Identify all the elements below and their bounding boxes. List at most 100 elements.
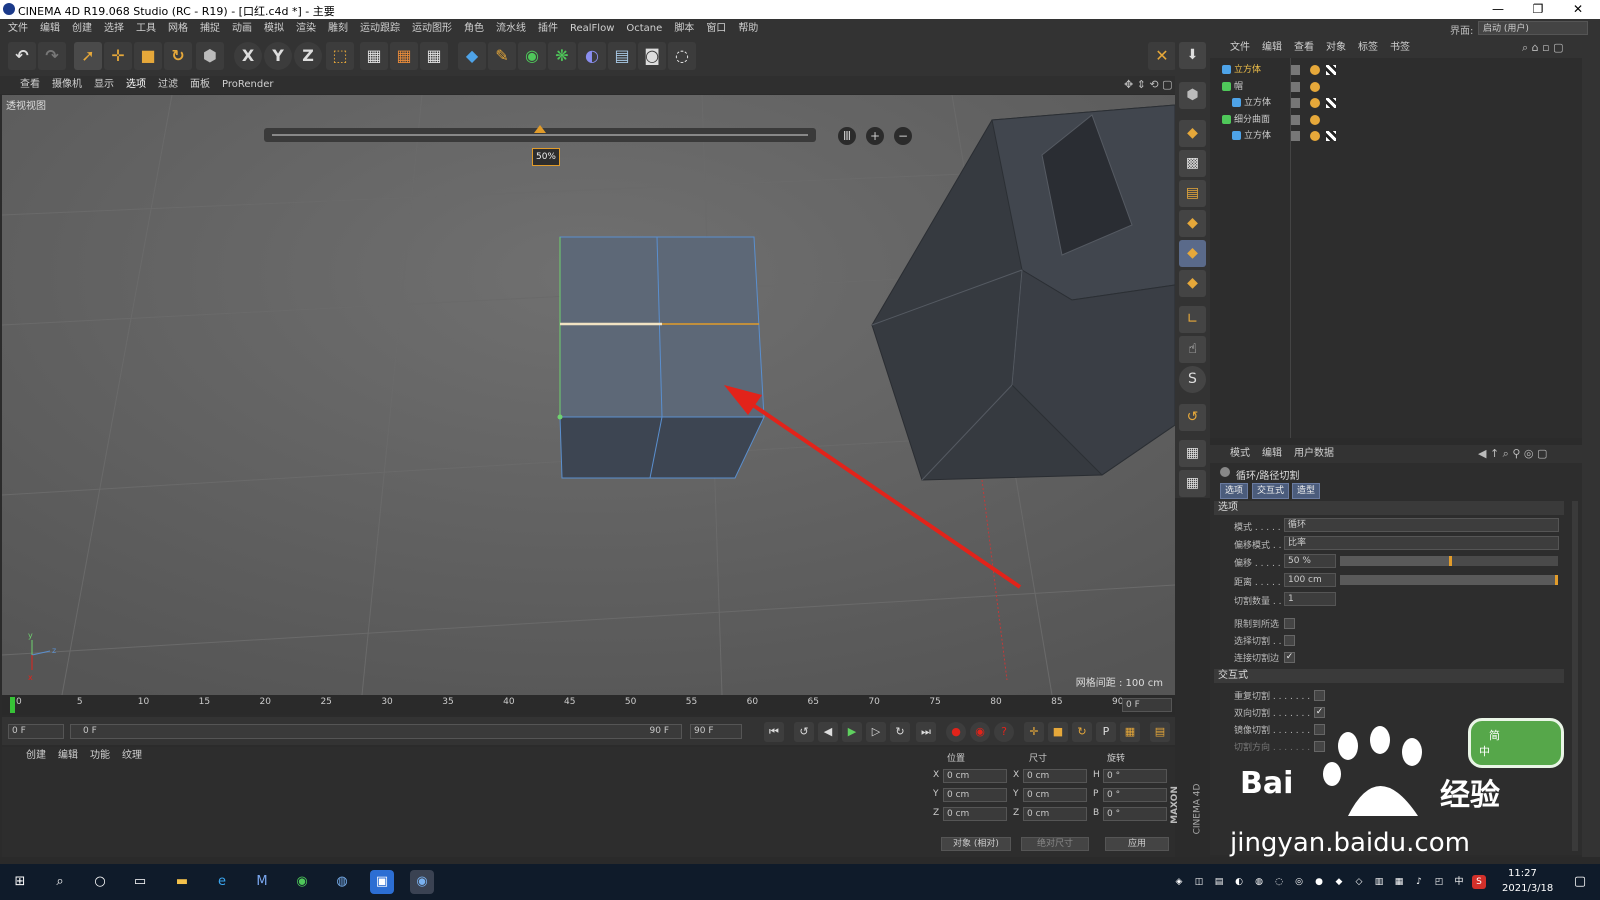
undo-icon[interactable]: ↶ [8,42,36,70]
volume-icon[interactable]: ♪ [1412,875,1426,889]
object-search-icons[interactable]: ⌕ ⌂ ▫ ▢ [1522,41,1563,55]
attribute-menu-item[interactable]: 编辑 [1256,445,1288,463]
viewport-menu-item[interactable]: ProRender [216,76,279,94]
menu-item[interactable]: 运动跟踪 [354,19,406,38]
restore-button[interactable]: ❐ [1518,0,1558,19]
render-view-icon[interactable]: ▦ [360,42,388,70]
coord-rotation-field[interactable]: 0 ° [1103,807,1167,821]
menu-item[interactable]: 工具 [130,19,162,38]
lock-workplane-icon[interactable]: ▦ [1179,440,1206,467]
cinema4d-taskbar-icon[interactable]: ◉ [410,870,434,894]
tray-icon-11[interactable]: ▥ [1372,875,1386,889]
object-menu-item[interactable]: 编辑 [1256,38,1288,58]
attribute-menu-item[interactable]: 模式 [1224,445,1256,463]
offset-field[interactable]: 50 % [1284,554,1336,568]
object-mode-icon[interactable]: ◆ [1179,120,1206,147]
layout-select[interactable]: 启动 (用户) [1478,21,1588,35]
pause-button[interactable]: Ⅲ [838,127,856,145]
tray-icon-9[interactable]: ◆ [1332,875,1346,889]
menu-item[interactable]: 帮助 [732,19,764,38]
tab-options[interactable]: 选项 [1220,483,1249,499]
clock-date[interactable]: 2021/3/18 [1502,883,1553,894]
section-interactive[interactable]: 交互式 [1214,669,1564,683]
ime-indicator[interactable]: 中 [1452,875,1466,889]
object-visibility-toggle[interactable] [1290,114,1300,125]
material-menu-item[interactable]: 创建 [20,747,52,765]
coord-position-field[interactable]: 0 cm [943,788,1007,802]
viewport-menu-item[interactable]: 面板 [184,76,216,94]
model-mode-icon[interactable]: ⬢ [1179,82,1206,109]
object-row[interactable]: 帽 [1210,79,1582,95]
tray-icon-3[interactable]: ▤ [1212,875,1226,889]
viewport-menu-item[interactable]: 过滤 [152,76,184,94]
tab-shaping[interactable]: 造型 [1292,483,1321,499]
menu-item[interactable]: 运动图形 [406,19,458,38]
mode-select[interactable]: 循环 [1284,518,1559,532]
coord-position-field[interactable]: 0 cm [943,807,1007,821]
add-cut-button[interactable]: + [866,127,884,145]
rotate-icon[interactable]: ↻ [164,42,192,70]
object-row[interactable]: 立方体 [1210,128,1582,144]
menu-item[interactable]: 雕刻 [322,19,354,38]
app-icon-1[interactable]: M [250,870,274,894]
start-frame-field[interactable]: 0 F [8,724,64,739]
cloner-icon[interactable]: ❋ [548,42,576,70]
offset-slider[interactable] [264,125,816,142]
x-axis-button[interactable]: X [234,42,262,70]
attribute-nav-icons[interactable]: ◀ ↑ ⌕ ⚲ ◎ ▢ [1478,447,1547,461]
right-panel-tabs[interactable] [1582,38,1600,858]
tray-icon-4[interactable]: ◐ [1232,875,1246,889]
texture-mode-icon[interactable]: ▩ [1179,150,1206,177]
tray-icon-12[interactable]: ◰ [1432,875,1446,889]
snap-icon[interactable]: ✕ [1148,42,1176,70]
end-frame-field[interactable]: 90 F [690,724,742,739]
tray-icon-6[interactable]: ◌ [1272,875,1286,889]
preview-range-slider[interactable]: 0 F 90 F [70,724,682,739]
y-axis-button[interactable]: Y [264,42,292,70]
coord-size-field[interactable]: 0 cm [1023,769,1087,783]
select-cut-checkbox[interactable] [1284,635,1295,646]
task-view-icon[interactable]: ▭ [128,870,152,894]
coord-size-mode-select[interactable]: 绝对尺寸 [1021,837,1089,851]
close-button[interactable]: ✕ [1558,0,1598,19]
render-picture-viewer-icon[interactable]: ▦ [390,42,418,70]
object-menu-item[interactable]: 书签 [1384,38,1416,58]
scale-icon[interactable]: ■ [134,42,162,70]
tray-icon-1[interactable]: ◈ [1172,875,1186,889]
offset-slider-handle[interactable] [534,125,546,133]
subdivision-surface-icon[interactable]: ◉ [518,42,546,70]
redo-icon[interactable]: ↷ [38,42,66,70]
minimize-button[interactable]: — [1478,0,1518,19]
light-icon[interactable]: ◌ [668,42,696,70]
connect-checkbox[interactable]: ✓ [1284,652,1295,663]
tray-icon-5[interactable]: ◍ [1252,875,1266,889]
timeline-playhead[interactable] [10,697,15,713]
next-key-icon[interactable]: ↻ [890,722,910,742]
coord-size-field[interactable]: 0 cm [1023,788,1087,802]
floor-icon[interactable]: ▤ [608,42,636,70]
viewport-menu-item[interactable]: 显示 [88,76,120,94]
timeline-window-icon[interactable]: ▤ [1150,722,1170,742]
object-menu-item[interactable]: 标签 [1352,38,1384,58]
viewport-scene[interactable]: y z x [2,95,1175,695]
coord-position-field[interactable]: 0 cm [943,769,1007,783]
planar-workplane-icon[interactable]: ▦ [1179,470,1206,497]
polygons-mode-icon[interactable]: ◆ [1179,270,1206,297]
menu-item[interactable]: RealFlow [564,19,620,38]
key-rotation-icon[interactable]: ↻ [1072,722,1092,742]
texture-tag-icon[interactable] [1326,131,1336,141]
record-icon[interactable]: ● [946,722,966,742]
material-menu-item[interactable]: 编辑 [52,747,84,765]
live-selection-icon[interactable]: ➚ [74,42,102,70]
object-visibility-toggle[interactable] [1290,98,1300,108]
menu-item[interactable]: 模拟 [258,19,290,38]
viewport-menu-item[interactable]: 选项 [120,76,152,94]
tray-icon-8[interactable]: ● [1312,875,1326,889]
viewport-menu-item[interactable]: 查看 [14,76,46,94]
prev-frame-icon[interactable]: ◀ [818,722,838,742]
attribute-menu-item[interactable]: 用户数据 [1288,445,1340,463]
autokey-icon[interactable]: ◉ [970,722,990,742]
coord-size-field[interactable]: 0 cm [1023,807,1087,821]
object-row[interactable]: 细分曲面 [1210,112,1582,128]
points-mode-icon[interactable]: ◆ [1179,210,1206,237]
